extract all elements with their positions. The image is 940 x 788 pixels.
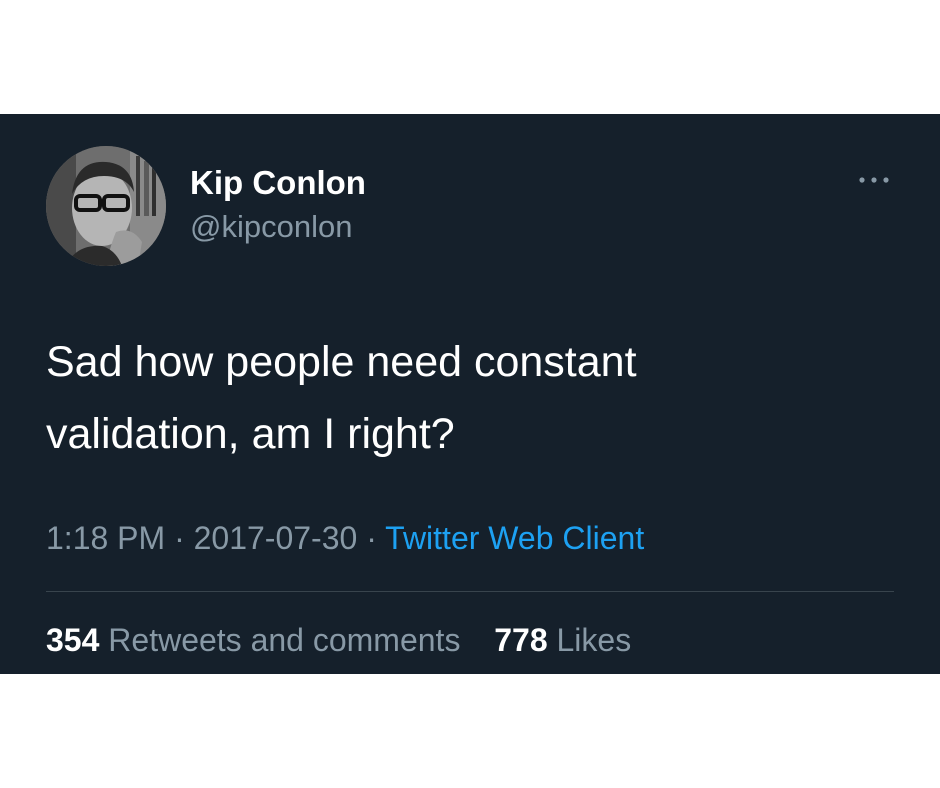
tweet-stats: 354 Retweets and comments 778 Likes bbox=[46, 620, 631, 660]
tweet-card: Kip Conlon @kipconlon Sad how people nee… bbox=[0, 114, 940, 674]
tweet-text-line: validation, am I right? bbox=[46, 410, 455, 458]
likes-stat[interactable]: 778 Likes bbox=[485, 622, 631, 658]
more-horizontal-icon bbox=[859, 177, 889, 183]
display-name[interactable]: Kip Conlon bbox=[190, 164, 366, 202]
user-handle[interactable]: @kipconlon bbox=[190, 209, 352, 245]
tweet-text-line: Sad how people need constant bbox=[46, 338, 637, 386]
tweet-metadata: 1:18 PM · 2017-07-30 · Twitter Web Clien… bbox=[46, 518, 644, 558]
tweet-time[interactable]: 1:18 PM bbox=[46, 520, 165, 556]
divider bbox=[46, 591, 894, 592]
likes-count: 778 bbox=[494, 622, 548, 658]
more-options-button[interactable] bbox=[856, 170, 892, 190]
likes-label: Likes bbox=[556, 622, 632, 658]
tweet-date[interactable]: 2017-07-30 bbox=[194, 520, 358, 556]
separator: · bbox=[366, 520, 377, 556]
avatar[interactable] bbox=[46, 146, 166, 266]
separator: · bbox=[174, 520, 185, 556]
avatar-photo bbox=[46, 146, 166, 266]
tweet-source-link[interactable]: Twitter Web Client bbox=[385, 520, 644, 556]
retweets-count: 354 bbox=[46, 622, 100, 658]
retweets-label: Retweets and comments bbox=[108, 622, 461, 658]
retweets-stat[interactable]: 354 Retweets and comments bbox=[46, 622, 469, 658]
tweet-text: Sad how people need constant validation,… bbox=[46, 326, 866, 470]
